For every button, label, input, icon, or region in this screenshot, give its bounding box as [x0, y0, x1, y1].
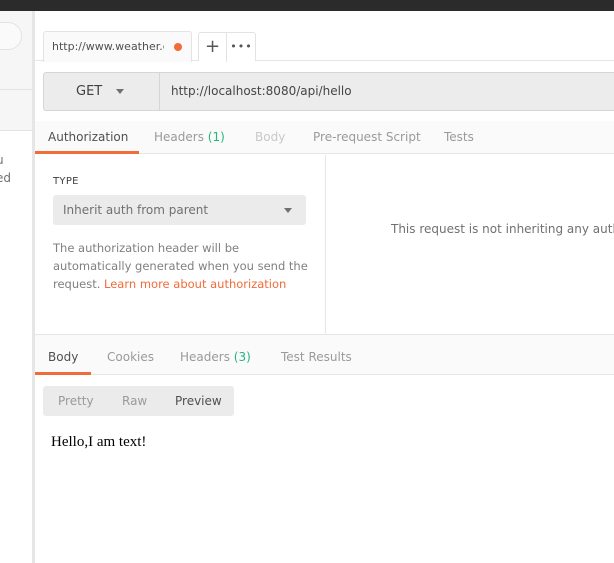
tab-body[interactable]: Body: [255, 130, 285, 144]
tab-label: Pre-request Script: [313, 130, 421, 144]
tab-actions: + •••: [198, 32, 256, 62]
sidebar: u ed: [0, 11, 33, 563]
chevron-down-icon: [284, 208, 292, 213]
sidebar-tabs[interactable]: [0, 90, 32, 130]
auth-type-label: TYPE: [53, 176, 79, 187]
method-label: GET: [76, 84, 103, 99]
sidebar-text-line: ed: [0, 171, 11, 185]
url-bar: GET http://localhost:8080/api/hello: [43, 72, 614, 111]
tab-label: Test Results: [281, 350, 352, 364]
active-tab-indicator: [35, 372, 91, 375]
request-tab[interactable]: http://www.weather.c: [43, 31, 192, 62]
request-tabs: Authorization Headers (1) Body Pre-reque…: [35, 121, 614, 154]
sidebar-text-line: u: [0, 151, 11, 169]
sidebar-content: [0, 131, 32, 563]
main-panel: http://www.weather.c + ••• GET http://lo…: [35, 11, 614, 563]
request-tab-label: http://www.weather.c: [52, 40, 164, 53]
more-tabs-button[interactable]: •••: [227, 33, 256, 62]
response-body: Pretty Raw Preview Hello,I am text!: [35, 376, 614, 563]
tab-cookies[interactable]: Cookies: [107, 350, 154, 364]
tab-response-headers[interactable]: Headers (3): [180, 350, 251, 364]
active-tab-indicator: [35, 151, 139, 154]
tab-tests[interactable]: Tests: [444, 130, 474, 144]
auth-inherit-message: This request is not inheriting any autho…: [391, 222, 614, 236]
tab-test-results[interactable]: Test Results: [281, 350, 352, 364]
method-select[interactable]: GET: [44, 73, 160, 110]
sidebar-search-input[interactable]: [0, 22, 22, 50]
view-raw-button[interactable]: Raw: [122, 394, 147, 408]
tab-headers[interactable]: Headers (1): [154, 130, 225, 144]
tab-label: Headers: [154, 130, 204, 144]
auth-help-text: The authorization header will be automat…: [53, 239, 313, 293]
url-input[interactable]: http://localhost:8080/api/hello: [171, 84, 352, 98]
response-tabs: Body Cookies Headers (3) Test Results: [35, 335, 614, 375]
tab-response-body[interactable]: Body: [48, 350, 78, 364]
chevron-down-icon: [116, 89, 124, 94]
view-pretty-button[interactable]: Pretty: [58, 394, 94, 408]
tab-label: Cookies: [107, 350, 154, 364]
tab-label: Body: [48, 350, 79, 364]
learn-more-auth-link[interactable]: Learn more about authorization: [104, 277, 286, 291]
auth-type-value: Inherit auth from parent: [63, 203, 209, 217]
sidebar-empty-text: u ed: [0, 151, 11, 187]
tab-label: Headers: [180, 350, 230, 364]
unsaved-dot-icon: [174, 43, 182, 51]
auth-type-select[interactable]: Inherit auth from parent: [53, 195, 306, 225]
new-tab-button[interactable]: +: [199, 33, 227, 62]
view-mode-toggle: Pretty Raw Preview: [43, 386, 234, 416]
tab-count-badge: (3): [233, 350, 251, 364]
tab-label: Tests: [444, 130, 474, 144]
tab-label: Authorization: [48, 130, 129, 144]
auth-info-panel: This request is not inheriting any autho…: [327, 155, 614, 335]
view-preview-button[interactable]: Preview: [175, 394, 222, 408]
response-preview-text: Hello,I am text!: [51, 434, 147, 450]
tab-count-badge: (1): [207, 130, 225, 144]
tab-authorization[interactable]: Authorization: [48, 130, 128, 144]
tab-label: Body: [255, 130, 286, 144]
tab-pre-request-script[interactable]: Pre-request Script: [313, 130, 421, 144]
request-tab-strip: http://www.weather.c + •••: [35, 11, 614, 62]
window-title-bar: [0, 0, 614, 11]
auth-settings-panel: TYPE Inherit auth from parent The author…: [35, 155, 326, 335]
